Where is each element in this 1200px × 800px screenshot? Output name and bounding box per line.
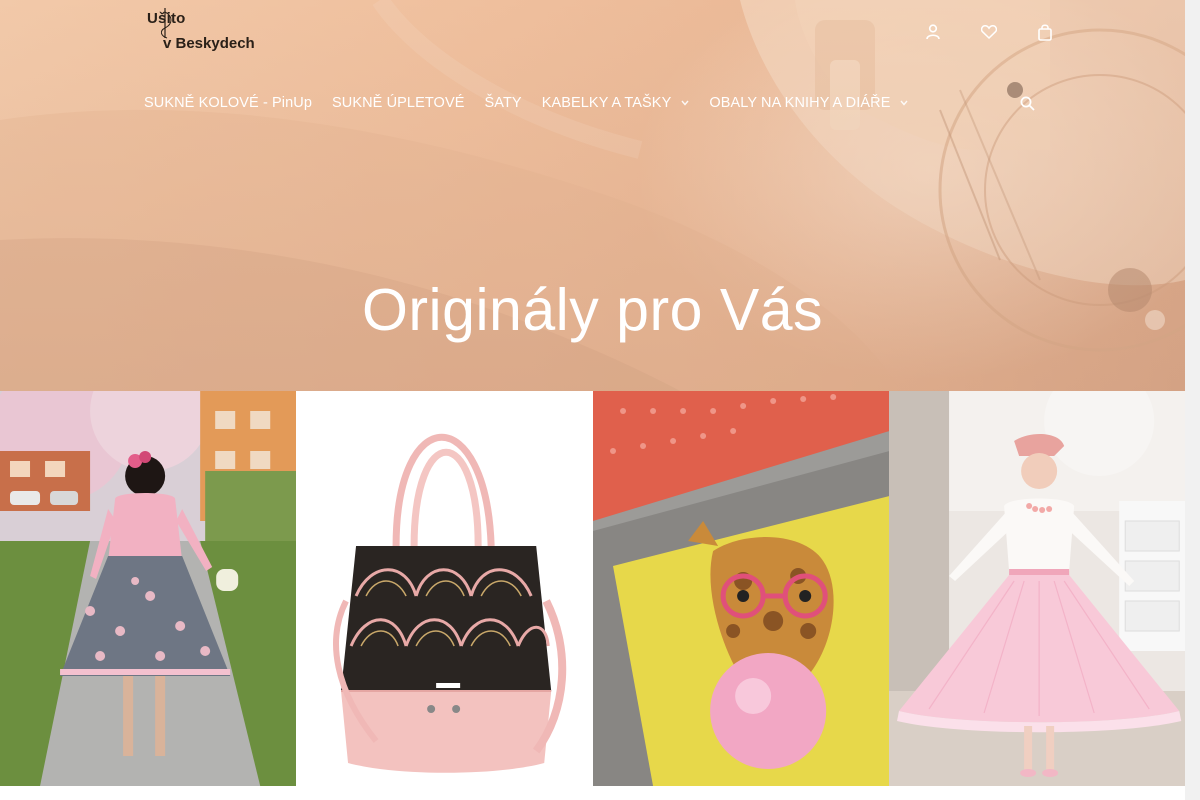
pink-circle-skirt-photo[interactable] (888, 391, 1185, 786)
user-icon[interactable] (924, 22, 942, 42)
art-deco-bag-photo[interactable] (296, 391, 593, 786)
nav-item-label: SUKNĚ KOLOVÉ - PinUp (144, 95, 312, 111)
pinup-skirt-photo[interactable] (0, 391, 297, 786)
nav-item-label: ŠATY (484, 95, 522, 111)
scrollbar[interactable] (1185, 0, 1200, 800)
hero-title: Originály pro Vás (361, 276, 824, 343)
search-icon[interactable] (1018, 94, 1036, 112)
nav-item-sukne-kolove[interactable]: SUKNĚ KOLOVÉ - PinUp (144, 95, 312, 111)
nav-item-label: OBALY NA KNIHY A DIÁŘE (709, 95, 891, 111)
site-logo[interactable]: Ušito v Beskydech (145, 6, 261, 58)
nav-item-label: KABELKY A TAŠKY (541, 95, 672, 111)
chevron-down-icon (681, 98, 689, 109)
cart-icon[interactable] (1036, 22, 1054, 42)
heart-icon[interactable] (980, 22, 998, 42)
logo-line-1: Ušito (147, 10, 186, 27)
nav-item-kabelky-a-tasky[interactable]: KABELKY A TAŠKY (542, 95, 690, 111)
logo-line-2: v Beskydech (163, 35, 255, 52)
main-navigation: SUKNĚ KOLOVÉ - PinUp SUKNĚ ÚPLETOVÉ ŠATY… (144, 93, 928, 113)
nav-item-sukne-upletove[interactable]: SUKNĚ ÚPLETOVÉ (332, 95, 464, 111)
nav-item-saty[interactable]: ŠATY (484, 95, 521, 111)
category-tiles (0, 391, 1185, 786)
giraffe-book-cover-photo[interactable] (592, 391, 889, 786)
hero-banner: Ušito v Beskydech SUKNĚ KOLOVÉ - PinUp S… (0, 0, 1185, 391)
page: Ušito v Beskydech SUKNĚ KOLOVÉ - PinUp S… (0, 0, 1200, 800)
nav-item-obaly-na-knihy[interactable]: OBALY NA KNIHY A DIÁŘE (709, 95, 909, 111)
nav-item-label: SUKNĚ ÚPLETOVÉ (332, 95, 465, 111)
chevron-down-icon (900, 98, 909, 109)
page-bottom (0, 786, 1185, 800)
